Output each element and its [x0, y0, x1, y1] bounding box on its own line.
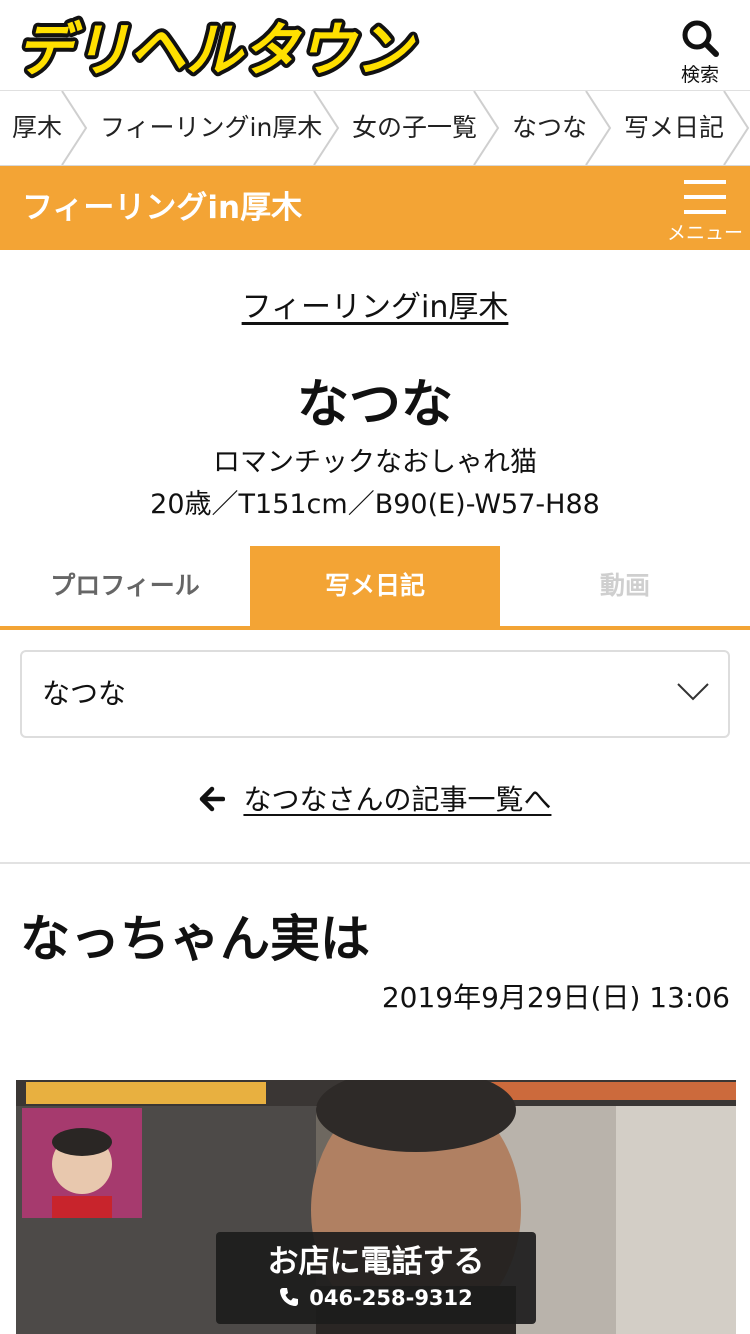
call-button-phone-number: 046-258-9312: [309, 1286, 473, 1310]
girl-name: なつな: [296, 375, 453, 435]
phone-icon: [280, 1288, 299, 1306]
breadcrumb-chevron-icon: [723, 91, 750, 165]
shop-link[interactable]: フィーリングin厚木: [242, 290, 509, 325]
breadcrumb-chevron-icon: [585, 91, 612, 165]
back-link-label: なつなさんの記事一覧へ: [243, 783, 552, 816]
menu-button[interactable]: メニュー: [664, 178, 746, 246]
girl-select-value: なつな: [42, 677, 127, 710]
tab-photo-diary[interactable]: 写メ日記: [250, 546, 500, 626]
call-shop-button[interactable]: お店に電話する 046-258-9312: [216, 1232, 536, 1324]
call-button-phone: 046-258-9312: [216, 1282, 536, 1314]
arrow-left-icon: [199, 786, 225, 812]
section-divider: [0, 862, 750, 864]
girl-catchphrase: ロマンチックなおしゃれ猫: [213, 447, 537, 478]
site-header: デリヘルタウン 検索: [0, 0, 750, 90]
breadcrumb-chevron-icon: [313, 91, 340, 165]
shop-bar: フィーリングin厚木 メニュー: [0, 166, 750, 250]
breadcrumb-item-girl[interactable]: なつな: [512, 91, 587, 165]
breadcrumb-item-diary[interactable]: 写メ日記: [624, 91, 724, 165]
chevron-down-icon: [677, 683, 709, 701]
breadcrumb-chevron-icon: [61, 91, 88, 165]
breadcrumb-item-shop[interactable]: フィーリングin厚木: [100, 91, 322, 165]
breadcrumb-chevron-icon: [473, 91, 500, 165]
search-icon: [682, 20, 719, 57]
logo-graphic: デリヘルタウン: [12, 12, 420, 82]
back-link-container: なつなさんの記事一覧へ: [0, 778, 750, 822]
hamburger-icon: [684, 180, 726, 214]
article-date: 2019年9月29日(日) 13:06: [381, 981, 730, 1014]
search-label: 検索: [680, 64, 719, 86]
site-logo[interactable]: デリヘルタウン: [8, 10, 420, 82]
girl-specs: 20歳／T151cm／B90(E)-W57-H88: [150, 489, 600, 520]
search-button[interactable]: 検索: [670, 18, 730, 86]
breadcrumb-item-girl-list[interactable]: 女の子一覧: [352, 91, 477, 165]
tab-video[interactable]: 動画: [500, 546, 750, 626]
article-title: なっちゃん実は: [20, 910, 370, 968]
shop-link-container: フィーリングin厚木: [0, 286, 750, 330]
shop-name[interactable]: フィーリングin厚木: [22, 166, 302, 250]
girl-select[interactable]: なつな: [20, 650, 730, 738]
logo-text: デリヘルタウン: [16, 16, 416, 82]
menu-label: メニュー: [666, 222, 743, 244]
call-button-label: お店に電話する: [267, 1244, 485, 1280]
back-to-articles-link[interactable]: なつなさんの記事一覧へ: [199, 778, 552, 822]
breadcrumb-item-area[interactable]: 厚木: [12, 91, 62, 165]
breadcrumb: 厚木 フィーリングin厚木 女の子一覧 なつな 写メ日記: [0, 90, 750, 166]
tab-profile[interactable]: プロフィール: [0, 546, 250, 626]
profile-tabs: プロフィール 写メ日記 動画: [0, 546, 750, 630]
